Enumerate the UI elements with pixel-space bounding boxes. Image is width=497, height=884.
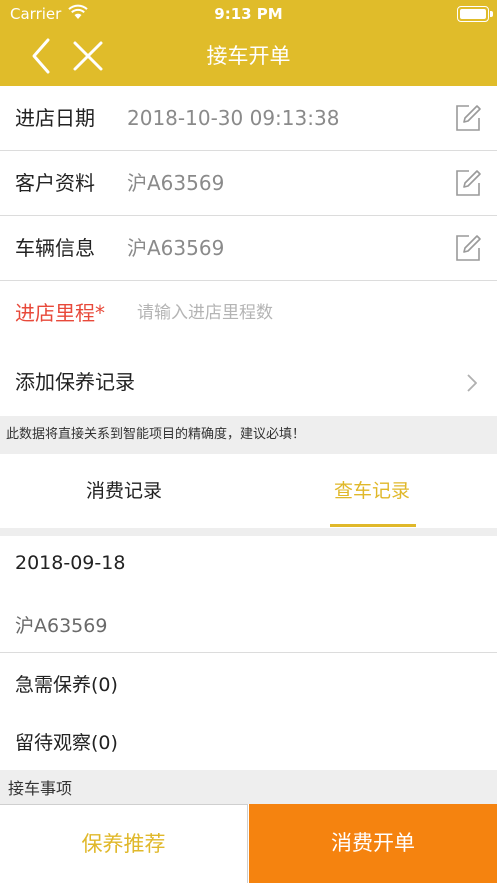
urgent-maintenance[interactable]: 急需保养(0) [15,670,118,697]
maintenance-recommend-button[interactable]: 保养推荐 [0,804,248,883]
mileage-row: 进店里程* 请输入进店里程数 [0,281,497,346]
tab-bar: 消费记录 查车记录 [0,454,497,528]
record-date: 2018-09-18 [15,552,126,574]
pending-observation[interactable]: 留待观察(0) [15,728,118,755]
add-maintenance-label: 添加保养记录 [15,370,135,394]
tab-vehicle-inspection-records[interactable]: 查车记录 [248,454,496,528]
chevron-right-icon [467,374,478,396]
visit-date-label: 进店日期 [15,106,95,130]
create-order-button[interactable]: 消费开单 [249,804,497,883]
divider [0,528,497,536]
mileage-input[interactable]: 请输入进店里程数 [137,281,273,345]
edit-icon[interactable] [453,103,483,133]
visit-date-row[interactable]: 进店日期 2018-10-30 09:13:38 [0,86,497,151]
customer-value: 沪A63569 [127,171,225,195]
add-maintenance-row[interactable]: 添加保养记录 [0,350,497,415]
notice-text: 此数据将直接关系到智能项目的精确度，建议必填！ [0,416,497,454]
battery-icon [457,6,493,22]
nav-bar: 接车开单 [0,28,497,86]
page-title: 接车开单 [206,44,291,68]
status-time: 9:13 PM [214,5,283,23]
active-tab-indicator [330,524,416,527]
vehicle-value: 沪A63569 [127,236,225,260]
tab-consumption-records[interactable]: 消费记录 [0,454,248,528]
record-plate: 沪A63569 [15,615,108,637]
divider [0,652,497,653]
edit-icon[interactable] [453,168,483,198]
vehicle-label: 车辆信息 [15,236,95,260]
mileage-label: 进店里程* [15,301,105,325]
customer-label: 客户资料 [15,171,95,195]
status-bar: Carrier 9:13 PM [0,0,497,28]
section-title: 接车事项 [0,770,497,804]
visit-date-value: 2018-10-30 09:13:38 [127,106,340,130]
customer-row[interactable]: 客户资料 沪A63569 [0,151,497,216]
edit-icon[interactable] [453,233,483,263]
header: Carrier 9:13 PM 接车开单 [0,0,497,86]
vehicle-row[interactable]: 车辆信息 沪A63569 [0,216,497,281]
